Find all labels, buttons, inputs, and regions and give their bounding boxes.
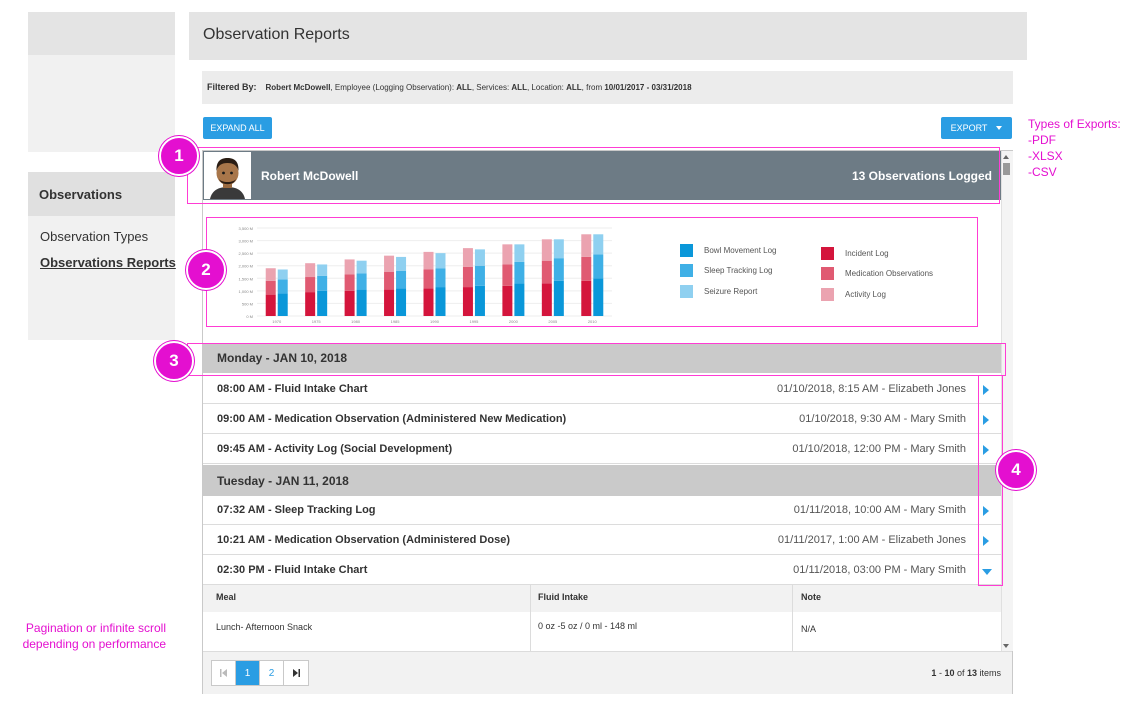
- range-end: 10: [944, 668, 955, 678]
- observation-meta: 01/10/2018, 8:15 AM - Elizabeth Jones: [777, 383, 966, 395]
- column-divider: [530, 585, 531, 651]
- nav-blank-block: [28, 55, 175, 152]
- exports-note: Types of Exports: -PDF -XLSX -CSV: [1028, 116, 1121, 180]
- observation-title: 09:00 AM - Medication Observation (Admin…: [217, 413, 567, 425]
- detail-header-fluid-intake: Fluid Intake: [538, 592, 589, 602]
- observation-title: 08:00 AM - Fluid Intake Chart: [217, 383, 368, 395]
- annotation-box-chart: [206, 217, 978, 327]
- observation-meta: 01/10/2018, 9:30 AM - Mary Smith: [799, 413, 966, 425]
- observation-row[interactable]: 07:32 AM - Sleep Tracking Log 01/11/2018…: [203, 496, 1001, 525]
- pagination: 1 2: [211, 660, 309, 686]
- pagination-bar: [203, 651, 1012, 694]
- detail-cell-meal: Lunch- Afternoon Snack: [216, 622, 313, 632]
- detail-header-meal: Meal: [216, 592, 237, 602]
- page-title: Observation Reports: [189, 12, 1027, 60]
- total-items: 13: [966, 668, 977, 678]
- expand-all-label: EXPAND ALL: [210, 123, 265, 133]
- observation-meta: 01/11/2018, 03:00 PM - Mary Smith: [793, 564, 966, 576]
- pagination-note: Pagination or infinite scroll depending …: [0, 620, 166, 652]
- annotation-badge-4: 4: [996, 450, 1036, 490]
- filter-summary: Filtered By: Robert McDowell, Employee (L…: [202, 71, 1013, 104]
- filter-location-value: ALL: [566, 83, 582, 92]
- column-divider: [792, 585, 793, 651]
- nav-top-block: [28, 12, 175, 55]
- pagination-summary: 1 - 10 of 13 items: [931, 668, 1001, 678]
- filter-services-value: ALL: [511, 83, 527, 92]
- annotation-box-user-bar: [187, 147, 1000, 204]
- pagination-note-line: Pagination or infinite scroll: [25, 621, 166, 635]
- exports-note-line: -XLSX: [1028, 149, 1063, 163]
- observation-row[interactable]: 09:00 AM - Medication Observation (Admin…: [203, 405, 1001, 434]
- detail-header-note: Note: [801, 592, 821, 602]
- export-button[interactable]: EXPORT: [941, 117, 1012, 139]
- filter-from-label: , from: [581, 83, 605, 92]
- filter-services-label: , Services:: [471, 83, 512, 92]
- sidebar-header: Observations: [28, 172, 175, 216]
- sidebar-item-observations-reports[interactable]: Observations Reports: [40, 255, 176, 270]
- exports-note-line: -PDF: [1028, 133, 1056, 147]
- exports-note-line: -CSV: [1028, 165, 1057, 179]
- page-button-2[interactable]: 2: [260, 661, 284, 685]
- observation-meta: 01/11/2017, 1:00 AM - Elizabeth Jones: [777, 534, 966, 546]
- detail-cell-fluid-intake: 0 oz -5 oz / 0 ml - 148 ml: [538, 621, 638, 631]
- annotation-badge-3: 3: [154, 341, 194, 381]
- of-label: of: [954, 668, 967, 678]
- observation-row[interactable]: 10:21 AM - Medication Observation (Admin…: [203, 526, 1001, 555]
- observation-title: 07:32 AM - Sleep Tracking Log: [217, 504, 376, 516]
- last-page-icon[interactable]: [284, 661, 308, 685]
- scroll-thumb[interactable]: [1003, 163, 1010, 175]
- observation-meta: 01/10/2018, 12:00 PM - Mary Smith: [792, 443, 966, 455]
- filter-label: Filtered By:: [207, 82, 257, 92]
- scroll-down-icon[interactable]: [1003, 644, 1009, 648]
- detail-table-header: [203, 585, 1001, 612]
- filter-employee-label: , Employee (Logging Observation):: [330, 83, 457, 92]
- sidebar-item-observation-types[interactable]: Observation Types: [40, 229, 148, 244]
- observation-title: 02:30 PM - Fluid Intake Chart: [217, 564, 368, 576]
- export-label: EXPORT: [950, 123, 988, 133]
- items-label: items: [976, 668, 1001, 678]
- observation-title: 09:45 AM - Activity Log (Social Developm…: [217, 443, 453, 455]
- observation-row[interactable]: 09:45 AM - Activity Log (Social Developm…: [203, 435, 1001, 464]
- first-page-icon[interactable]: [212, 661, 236, 685]
- filter-name: Robert McDowell: [265, 83, 331, 92]
- filter-date-range: 10/01/2017 - 03/31/2018: [604, 83, 692, 92]
- page-button-1[interactable]: 1: [236, 661, 260, 685]
- observation-title: 10:21 AM - Medication Observation (Admin…: [217, 534, 510, 546]
- observation-meta: 01/11/2018, 10:00 AM - Mary Smith: [793, 504, 966, 516]
- expand-all-button[interactable]: EXPAND ALL: [203, 117, 272, 139]
- exports-note-line: Types of Exports:: [1028, 117, 1121, 131]
- pagination-note-line: depending on performance: [22, 637, 166, 651]
- filter-employee-value: ALL: [456, 83, 472, 92]
- annotation-badge-1: 1: [159, 136, 199, 176]
- scroll-up-icon[interactable]: [1003, 155, 1009, 159]
- annotation-box-date-row: [187, 343, 1006, 376]
- date-header: Tuesday - JAN 11, 2018: [203, 465, 1001, 496]
- chevron-down-icon: [996, 126, 1003, 130]
- detail-cell-note: N/A: [801, 624, 817, 634]
- observation-row-expanded[interactable]: 02:30 PM - Fluid Intake Chart 01/11/2018…: [203, 556, 1001, 585]
- annotation-badge-2: 2: [186, 250, 226, 290]
- filter-location-label: , Location:: [526, 83, 567, 92]
- observation-row[interactable]: 08:00 AM - Fluid Intake Chart 01/10/2018…: [203, 375, 1001, 404]
